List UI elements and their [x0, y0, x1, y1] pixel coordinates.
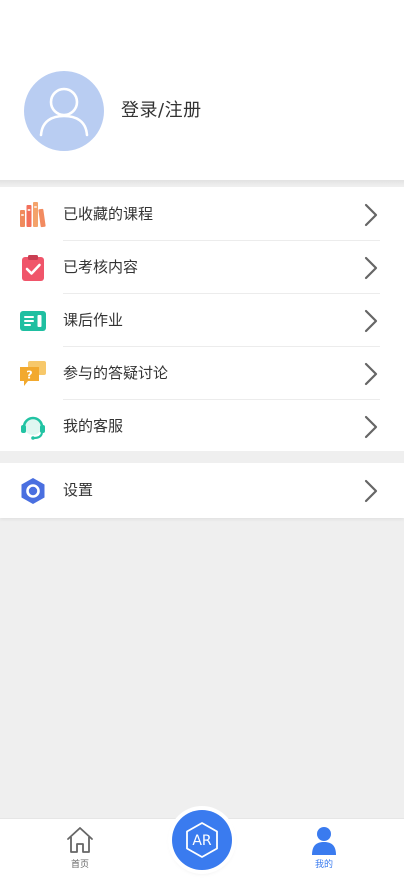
- menu-item-label: 课后作业: [63, 311, 124, 329]
- menu-item-homework[interactable]: 课后作业: [0, 294, 404, 346]
- settings-hexagon-icon: [21, 478, 45, 504]
- settings-card: 设置: [0, 463, 404, 518]
- ar-label: AR: [192, 833, 212, 849]
- clipboard-check-icon: [22, 255, 44, 281]
- question-chat-icon: ?: [20, 361, 46, 386]
- menu-item-label: 参与的答疑讨论: [63, 364, 169, 382]
- tab-home-label: 首页: [70, 860, 89, 870]
- menu-item-assessed-content[interactable]: 已考核内容: [0, 241, 404, 293]
- headset-icon: [21, 416, 45, 440]
- ar-button[interactable]: AR: [172, 810, 232, 870]
- tab-home[interactable]: 首页: [50, 819, 110, 879]
- avatar[interactable]: [24, 71, 104, 151]
- menu-item-favorite-courses[interactable]: 已收藏的课程: [0, 188, 404, 240]
- profile-page: 登录/注册 已收藏的课程 已考核内容 课后作业 ? 参与的答疑讨论 我的客服 设…: [0, 0, 404, 879]
- profile-header: 登录/注册: [0, 0, 404, 180]
- home-icon: [67, 827, 93, 853]
- chevron-right-icon: [364, 256, 378, 280]
- chevron-right-icon: [364, 479, 378, 503]
- tab-mine[interactable]: 我的: [294, 819, 354, 879]
- books-icon: [20, 202, 46, 228]
- chevron-right-icon: [364, 203, 378, 227]
- header-divider: [0, 180, 404, 186]
- menu-item-customer-service[interactable]: 我的客服: [0, 400, 404, 452]
- menu-item-qa-discussions[interactable]: ? 参与的答疑讨论: [0, 347, 404, 399]
- menu-item-settings[interactable]: 设置: [0, 464, 404, 516]
- menu-item-label: 我的客服: [63, 417, 124, 435]
- menu-list: 已收藏的课程 已考核内容 课后作业 ? 参与的答疑讨论 我的客服: [0, 187, 404, 451]
- ar-hexagon-icon: AR: [186, 822, 218, 858]
- menu-item-label: 已考核内容: [63, 258, 139, 276]
- settings-label: 设置: [63, 481, 94, 499]
- user-placeholder-icon: [39, 87, 89, 137]
- chevron-right-icon: [364, 309, 378, 333]
- chevron-right-icon: [364, 415, 378, 439]
- svg-text:?: ?: [26, 369, 32, 382]
- tab-mine-label: 我的: [314, 860, 333, 870]
- menu-item-label: 已收藏的课程: [63, 205, 154, 223]
- user-filled-icon: [312, 827, 336, 855]
- homework-icon: [20, 311, 46, 331]
- chevron-right-icon: [364, 362, 378, 386]
- login-register-link[interactable]: 登录/注册: [121, 96, 202, 122]
